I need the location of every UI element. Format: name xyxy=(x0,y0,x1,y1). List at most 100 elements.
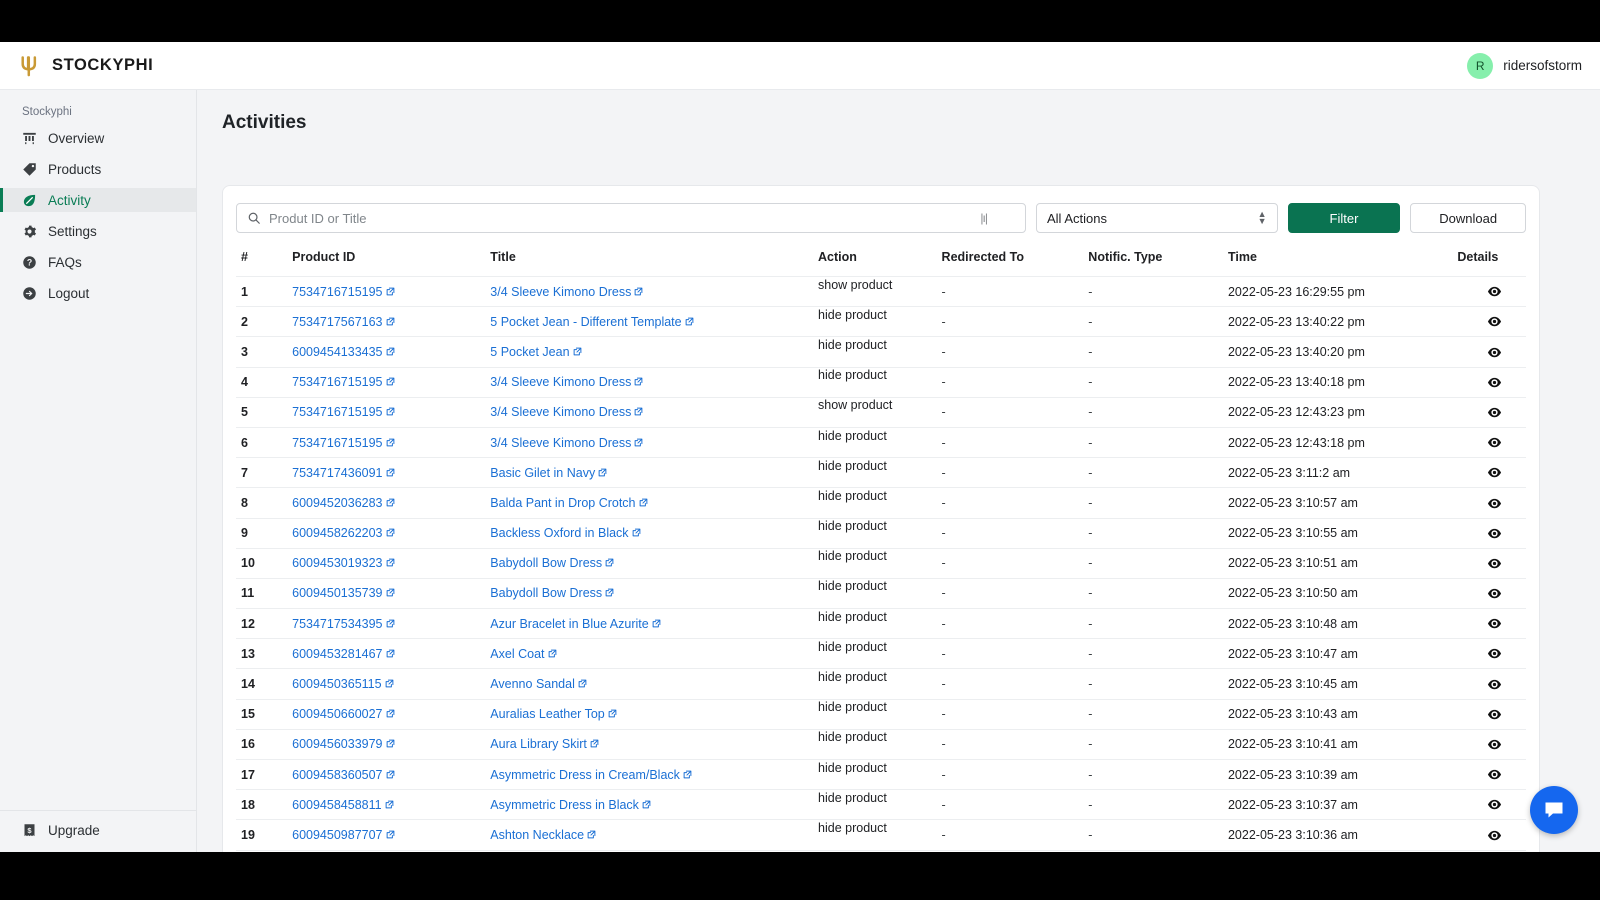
eye-icon[interactable] xyxy=(1487,435,1502,450)
product-title-link[interactable]: 3/4 Sleeve Kimono Dress xyxy=(490,375,631,389)
product-id-link[interactable]: 6009453281467 xyxy=(292,647,382,661)
product-id-link[interactable]: 7534716715195 xyxy=(292,405,382,419)
product-title-link[interactable]: 3/4 Sleeve Kimono Dress xyxy=(490,405,631,419)
cell-details xyxy=(1429,728,1526,760)
product-title-link[interactable]: Asymmetric Dress in Black xyxy=(490,798,639,812)
eye-icon[interactable] xyxy=(1487,646,1502,661)
upgrade-button[interactable]: $ Upgrade xyxy=(0,823,196,838)
product-title-link[interactable]: Balda Pant in Drop Crotch xyxy=(490,496,635,510)
sidebar-item-settings[interactable]: Settings xyxy=(0,219,196,243)
product-id-link[interactable]: 6009450987707 xyxy=(292,828,382,842)
user-menu[interactable]: R ridersofstorm xyxy=(1467,52,1582,79)
cell-title: Balda Pant in Drop Crotch xyxy=(490,487,819,518)
sidebar-item-logout[interactable]: Logout xyxy=(0,281,196,305)
cell-action: hide product xyxy=(818,849,942,852)
product-id-link[interactable]: 7534717567163 xyxy=(292,315,382,329)
eye-icon[interactable] xyxy=(1487,797,1502,812)
eye-icon[interactable] xyxy=(1487,465,1502,480)
cell-time: 2022-05-23 3:10:45 am xyxy=(1227,668,1430,700)
product-id-link[interactable]: 6009458458811 xyxy=(292,798,381,812)
product-title-link[interactable]: Babydoll Bow Dress xyxy=(490,556,602,570)
cell-time: 2022-05-23 3:10:51 am xyxy=(1227,547,1430,579)
eye-icon[interactable] xyxy=(1487,737,1502,752)
cell-details xyxy=(1429,789,1526,820)
row-index: 1 xyxy=(236,275,293,307)
eye-icon[interactable] xyxy=(1487,496,1502,511)
product-id-link[interactable]: 6009458360507 xyxy=(292,768,382,782)
product-id-link[interactable]: 7534716715195 xyxy=(292,436,382,450)
chat-widget-button[interactable] xyxy=(1530,786,1578,834)
product-title-link[interactable]: 5 Pocket Jean xyxy=(490,345,569,359)
sidebar-item-products[interactable]: Products xyxy=(0,157,196,181)
product-id-link[interactable]: 6009453019323 xyxy=(292,556,382,570)
eye-icon[interactable] xyxy=(1487,345,1502,360)
cell-product-id: 6009458360507 xyxy=(292,758,491,790)
product-title-link[interactable]: Auralias Leather Top xyxy=(490,707,604,721)
cell-time: 2022-05-23 12:43:23 pm xyxy=(1227,396,1430,428)
eye-icon[interactable] xyxy=(1487,616,1502,631)
cell-time: 2022-05-23 3:10:39 am xyxy=(1227,758,1430,790)
search-box[interactable]: |ı| xyxy=(236,203,1026,233)
sidebar-item-faqs[interactable]: ? FAQs xyxy=(0,250,196,274)
cell-product-id: 7534717567163 xyxy=(292,306,491,337)
product-id-link[interactable]: 7534717436091 xyxy=(292,466,382,480)
eye-icon[interactable] xyxy=(1487,314,1502,329)
row-index: 17 xyxy=(236,758,293,790)
action-filter-select[interactable]: All Actions ▲ ▼ xyxy=(1036,203,1278,233)
cell-redirected-to: - xyxy=(941,336,1089,368)
cell-product-id: 6009456033979 xyxy=(292,728,491,760)
product-title-link[interactable]: Avenno Sandal xyxy=(490,677,575,691)
chevron-updown-icon: ▲ ▼ xyxy=(1257,209,1267,226)
product-title-link[interactable]: Babydoll Bow Dress xyxy=(490,586,602,600)
product-title-link[interactable]: Axel Coat xyxy=(490,647,544,661)
product-title-link[interactable]: Backless Oxford in Black xyxy=(490,526,628,540)
product-id-link[interactable]: 7534717534395 xyxy=(292,617,382,631)
product-id-link[interactable]: 6009450135739 xyxy=(292,586,382,600)
psi-logo-icon xyxy=(21,55,37,76)
eye-icon[interactable] xyxy=(1487,586,1502,601)
eye-icon[interactable] xyxy=(1487,707,1502,722)
product-id-link[interactable]: 6009452036283 xyxy=(292,496,382,510)
sidebar-item-overview[interactable]: Overview xyxy=(0,126,196,150)
svg-text:?: ? xyxy=(27,257,32,267)
product-id-link[interactable]: 6009450365115 xyxy=(292,677,381,691)
upgrade-section: $ Upgrade xyxy=(0,810,196,852)
product-id-link[interactable]: 6009456033979 xyxy=(292,737,382,751)
product-id-link[interactable]: 7534716715195 xyxy=(292,375,382,389)
product-id-link[interactable]: 6009454133435 xyxy=(292,345,382,359)
external-link-icon xyxy=(386,740,394,748)
product-title-link[interactable]: Azur Bracelet in Blue Azurite xyxy=(490,617,648,631)
product-title-link[interactable]: 3/4 Sleeve Kimono Dress xyxy=(490,285,631,299)
filter-button[interactable]: Filter xyxy=(1287,203,1401,233)
eye-icon[interactable] xyxy=(1487,556,1502,571)
product-title-link[interactable]: Aura Library Skirt xyxy=(490,737,587,751)
table-row: 7 7534717436091 Basic Gilet in Navy hide pr… xyxy=(236,457,1526,488)
eye-icon[interactable] xyxy=(1487,828,1502,843)
download-button[interactable]: Download xyxy=(1410,203,1527,233)
product-id-link[interactable]: 6009450660027 xyxy=(292,707,382,721)
cell-action: hide product xyxy=(818,336,942,368)
product-id-link[interactable]: 7534716715195 xyxy=(292,285,382,299)
eye-icon[interactable] xyxy=(1487,677,1502,692)
sidebar-item-activity[interactable]: Activity xyxy=(0,188,196,212)
table-row: 14 6009450365115 Avenno Sandal hide product… xyxy=(236,668,1526,700)
product-title-link[interactable]: Asymmetric Dress in Cream/Black xyxy=(490,768,680,782)
product-title-link[interactable]: Ashton Necklace xyxy=(490,828,584,842)
product-title-link[interactable]: Basic Gilet in Navy xyxy=(490,466,595,480)
cell-notific-type: - xyxy=(1088,608,1228,639)
external-link-icon xyxy=(642,800,651,809)
product-title-link[interactable]: 5 Pocket Jean - Different Template xyxy=(490,315,681,329)
eye-icon[interactable] xyxy=(1487,375,1502,390)
table-row: 9 6009458262203 Backless Oxford in Black hi… xyxy=(236,517,1526,549)
brand-logo[interactable]: STOCKYPHI xyxy=(16,53,153,79)
search-input[interactable] xyxy=(269,210,1025,226)
cell-notific-type: - xyxy=(1088,728,1228,760)
external-link-icon xyxy=(634,438,643,446)
col-product-id: Product ID xyxy=(292,250,356,264)
eye-icon[interactable] xyxy=(1487,526,1502,541)
product-id-link[interactable]: 6009458262203 xyxy=(292,526,382,540)
eye-icon[interactable] xyxy=(1487,767,1502,782)
eye-icon[interactable] xyxy=(1487,284,1502,299)
product-title-link[interactable]: 3/4 Sleeve Kimono Dress xyxy=(490,436,631,450)
eye-icon[interactable] xyxy=(1487,405,1502,420)
